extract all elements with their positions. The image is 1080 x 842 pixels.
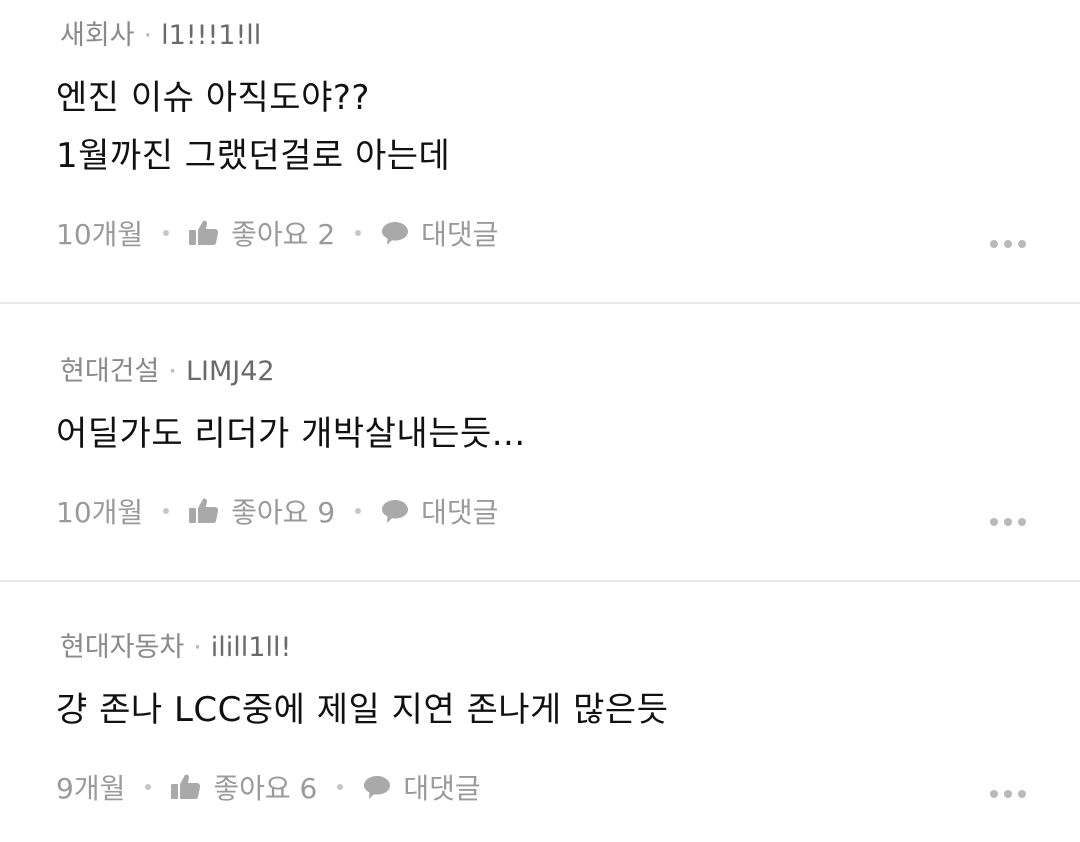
separator-dot: · bbox=[143, 20, 153, 51]
author-company: 현대건설 bbox=[60, 356, 160, 387]
comment-meta: 10개월 좋아요 2 대댓글 bbox=[56, 213, 1040, 253]
separator-dot bbox=[337, 784, 344, 790]
comment-text-line: 어딜가도 리더가 개박살내는듯... bbox=[56, 414, 526, 454]
like-button[interactable]: 좋아요 6 bbox=[171, 767, 317, 807]
author-nickname: ilill1ll! bbox=[210, 632, 292, 663]
like-label: 좋아요 2 bbox=[231, 218, 336, 251]
reply-label: 대댓글 bbox=[421, 218, 499, 251]
comment-item: 새회사 · l1!!!1!ll 엔진 이슈 아직도야?? 1월까진 그랬던걸로 아는… bbox=[0, 0, 1080, 302]
separator-dot: · bbox=[193, 632, 202, 663]
more-options-button[interactable] bbox=[986, 236, 1030, 252]
speech-bubble-icon bbox=[364, 776, 391, 799]
comment-item: 현대자동차 · ilill1ll! 걍 존나 LCC중에 제일 지연 존나게 많은듯… bbox=[0, 580, 1080, 840]
thumbs-up-icon bbox=[189, 220, 219, 245]
comment-text: 엔진 이슈 아직도야?? 1월까진 그랬던걸로 아는데 bbox=[56, 69, 1040, 185]
like-label: 좋아요 6 bbox=[213, 772, 318, 805]
speech-bubble-icon bbox=[382, 500, 409, 523]
author-company: 현대자동차 bbox=[60, 632, 185, 663]
separator-dot bbox=[163, 230, 170, 236]
more-dots-icon bbox=[1004, 240, 1012, 248]
reply-button[interactable]: 대댓글 bbox=[381, 213, 498, 253]
more-dots-icon bbox=[990, 240, 998, 248]
comment-time: 10개월 bbox=[56, 218, 144, 251]
more-options-button[interactable] bbox=[986, 786, 1030, 802]
more-dots-icon bbox=[990, 518, 998, 526]
more-dots-icon bbox=[1018, 518, 1026, 526]
comment-author: 새회사 · l1!!!1!ll bbox=[56, 0, 1040, 49]
reply-button[interactable]: 대댓글 bbox=[381, 491, 498, 531]
like-label: 좋아요 9 bbox=[231, 496, 336, 529]
comment-author: 현대건설 · LIMJ42 bbox=[56, 304, 1040, 385]
separator-dot: · bbox=[168, 356, 177, 387]
more-dots-icon bbox=[1018, 790, 1026, 798]
author-company: 새회사 bbox=[60, 20, 135, 51]
comment-text-line: 걍 존나 LCC중에 제일 지연 존나게 많은듯 bbox=[56, 690, 669, 730]
separator-dot bbox=[145, 784, 152, 790]
comment-text-line: 1월까진 그랬던걸로 아는데 bbox=[56, 136, 451, 176]
author-nickname: l1!!!1!ll bbox=[161, 20, 262, 51]
comment-item: 현대건설 · LIMJ42 어딜가도 리더가 개박살내는듯... 10개월 좋아요 … bbox=[0, 302, 1080, 580]
like-button[interactable]: 좋아요 9 bbox=[189, 491, 335, 531]
comment-text-line: 엔진 이슈 아직도야?? bbox=[56, 78, 370, 118]
thumbs-up-icon bbox=[171, 774, 201, 799]
separator-dot bbox=[163, 508, 170, 514]
more-dots-icon bbox=[990, 790, 998, 798]
more-dots-icon bbox=[1004, 518, 1012, 526]
comment-time: 9개월 bbox=[56, 772, 126, 805]
reply-label: 대댓글 bbox=[403, 772, 481, 805]
like-button[interactable]: 좋아요 2 bbox=[189, 213, 335, 253]
more-dots-icon bbox=[1004, 790, 1012, 798]
reply-label: 대댓글 bbox=[421, 496, 499, 529]
more-options-button[interactable] bbox=[986, 514, 1030, 530]
separator-dot bbox=[355, 230, 362, 236]
comment-text: 어딜가도 리더가 개박살내는듯... bbox=[56, 405, 1040, 463]
speech-bubble-icon bbox=[382, 222, 409, 245]
more-dots-icon bbox=[1018, 240, 1026, 248]
comment-meta: 10개월 좋아요 9 대댓글 bbox=[56, 491, 1040, 531]
separator-dot bbox=[355, 508, 362, 514]
comment-author: 현대자동차 · ilill1ll! bbox=[56, 582, 1040, 661]
author-nickname: LIMJ42 bbox=[185, 356, 275, 387]
comment-time: 10개월 bbox=[56, 496, 144, 529]
reply-button[interactable]: 대댓글 bbox=[363, 767, 481, 807]
comment-text: 걍 존나 LCC중에 제일 지연 존나게 많은듯 bbox=[56, 681, 1040, 739]
thumbs-up-icon bbox=[189, 498, 219, 523]
comment-meta: 9개월 좋아요 6 대댓글 bbox=[56, 767, 1040, 807]
